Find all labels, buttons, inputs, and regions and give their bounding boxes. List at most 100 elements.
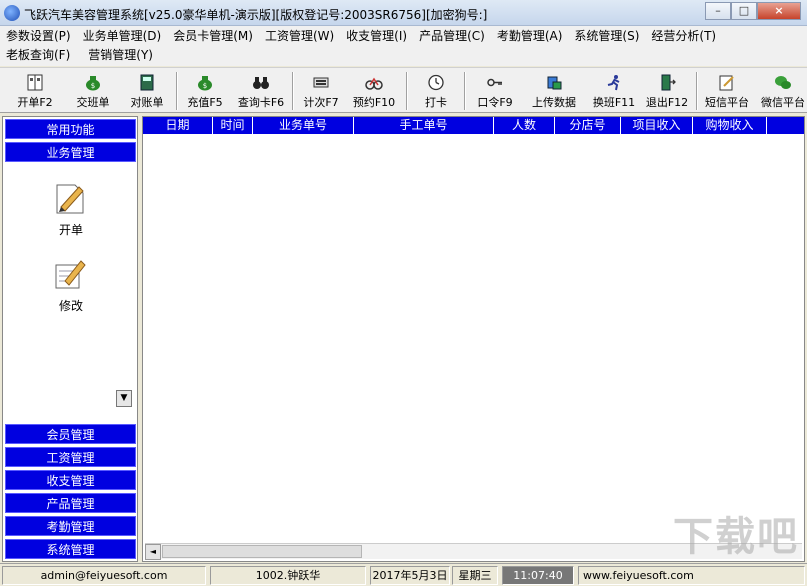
scroll-thumb[interactable] [162,545,362,558]
query-card-label: 查询卡F6 [237,96,285,109]
svg-text:$: $ [203,82,207,90]
menu-marketing[interactable]: 营销管理(Y) [82,46,159,66]
menu-attendance[interactable]: 考勤管理(A) [491,27,569,47]
nav-payroll-management[interactable]: 工资管理 [5,447,136,467]
status-date: 2017年5月3日 [370,566,450,585]
restore-button[interactable]: □ [731,2,757,20]
exit-button[interactable]: 退出F12 [642,70,692,112]
ledger-icon [140,74,154,91]
col-shopping-income[interactable]: 购物收入 [693,117,767,134]
watermark: 下载吧 [673,514,799,560]
bicycle-icon [365,77,383,90]
nav-business-management[interactable]: 业务管理 [5,142,136,162]
left-nav-panel: 常用功能 业务管理 开单 修改 ▼ 会员管理 工资管理 收支管理 产品管理 考勤… [2,116,138,562]
close-button[interactable]: × [757,2,801,20]
clock-in-label: 打卡 [425,96,447,109]
reservation-label: 预约F10 [352,96,396,109]
toolbar-separator [292,72,294,110]
money-bag-icon: $ [86,76,100,91]
menu-products[interactable]: 产品管理(C) [413,27,491,47]
col-headcount[interactable]: 人数 [494,117,555,134]
recharge-button[interactable]: $ 充值F5 [182,70,228,112]
menu-analysis[interactable]: 经营分析(T) [645,27,722,47]
menu-payroll[interactable]: 工资管理(W) [259,27,340,47]
open-order-icon [56,184,84,214]
sms-platform-button[interactable]: 短信平台 [702,70,752,112]
col-branch-no[interactable]: 分店号 [555,117,621,134]
count-button[interactable]: 计次F7 [298,70,344,112]
nav-attendance-management[interactable]: 考勤管理 [5,516,136,536]
col-order-no[interactable]: 业务单号 [253,117,354,134]
open-order-button[interactable]: 开单F2 [12,70,58,112]
change-shift-button[interactable]: 换班F11 [590,70,638,112]
nav-income-expense-management[interactable]: 收支管理 [5,470,136,490]
status-email: admin@feiyuesoft.com [2,566,206,585]
app-logo-icon [4,5,20,21]
col-manual-no[interactable]: 手工单号 [354,117,494,134]
wechat-platform-button[interactable]: 微信平台 [758,70,807,112]
svg-text:$: $ [91,82,95,90]
nav-item-open-order-label: 开单 [58,223,83,237]
open-order-icon [27,74,43,91]
query-card-button[interactable]: 查询卡F6 [234,70,288,112]
nav-item-edit-label: 修改 [58,299,83,313]
upload-data-label: 上传数据 [532,96,576,109]
grid-header: 日期 时间 业务单号 手工单号 人数 分店号 项目收入 购物收入 [143,117,804,134]
clock-in-button[interactable]: 打卡 [416,70,456,112]
count-label: 计次F7 [303,96,339,109]
status-weekday: 星期三 [452,566,498,585]
menu-row-2: 老板查询(F) 营销管理(Y) [0,46,159,66]
toolbar-separator [464,72,466,110]
wechat-icon [775,76,791,89]
col-filler [767,117,804,134]
menu-income-expense[interactable]: 收支管理(I) [340,27,413,47]
menu-params[interactable]: 参数设置(P) [0,27,77,47]
nav-member-management[interactable]: 会员管理 [5,424,136,444]
recharge-label: 充值F5 [187,96,223,109]
toolbar-separator [176,72,178,110]
key-icon [487,78,502,87]
menu-boss-query[interactable]: 老板查询(F) [0,46,76,66]
menu-business-orders[interactable]: 业务单管理(D) [77,27,168,47]
orders-grid[interactable]: 日期 时间 业务单号 手工单号 人数 分店号 项目收入 购物收入 ◄ [142,116,805,562]
menu-row-1: 参数设置(P) 业务单管理(D) 会员卡管理(M) 工资管理(W) 收支管理(I… [0,27,722,47]
exit-door-icon [661,74,676,91]
reservation-button[interactable]: 预约F10 [348,70,400,112]
exit-label: 退出F12 [645,96,689,109]
menu-bar: 参数设置(P) 业务单管理(D) 会员卡管理(M) 工资管理(W) 收支管理(I… [0,26,807,66]
status-time: 11:07:40 [502,566,574,585]
scroll-left-button[interactable]: ◄ [145,544,161,560]
toolbar-separator [406,72,408,110]
password-label: 口令F9 [477,96,513,109]
nav-product-management[interactable]: 产品管理 [5,493,136,513]
toolbar: 开单F2 $ 交班单 对账单 $ 充值F5 查询卡F6 计次F7 预约F10 打… [0,67,807,113]
title-bar: 飞跃汽车美容管理系统[v25.0豪华单机-演示版][版权登记号:2003SR67… [0,0,807,26]
nav-common-functions[interactable]: 常用功能 [5,119,136,139]
status-bar: admin@feiyuesoft.com 1002.钟跃华 2017年5月3日 … [0,563,807,586]
menu-member-cards[interactable]: 会员卡管理(M) [167,27,259,47]
status-user: 1002.钟跃华 [210,566,366,585]
sms-icon [719,75,734,91]
col-service-income[interactable]: 项目收入 [621,117,693,134]
col-time[interactable]: 时间 [213,117,253,134]
col-date[interactable]: 日期 [143,117,213,134]
upload-icon [547,76,562,90]
window-controls: – □ × [705,2,801,20]
edit-icon [55,260,86,289]
open-order-label: 开单F2 [17,96,53,109]
shift-report-button[interactable]: $ 交班单 [70,70,116,112]
runner-icon [607,75,620,91]
password-button[interactable]: 口令F9 [472,70,518,112]
nav-system-management[interactable]: 系统管理 [5,539,136,559]
money-bag-icon: $ [198,76,212,91]
statement-button[interactable]: 对账单 [124,70,170,112]
wechat-platform-label: 微信平台 [761,96,805,109]
minimize-button[interactable]: – [705,2,731,20]
sms-platform-label: 短信平台 [705,96,749,109]
menu-system[interactable]: 系统管理(S) [568,27,645,47]
nav-scroll-down-button[interactable]: ▼ [116,390,132,407]
status-website: www.feiyuesoft.com [578,566,805,585]
upload-data-button[interactable]: 上传数据 [526,70,582,112]
statement-label: 对账单 [130,96,164,109]
change-shift-label: 换班F11 [592,96,636,109]
